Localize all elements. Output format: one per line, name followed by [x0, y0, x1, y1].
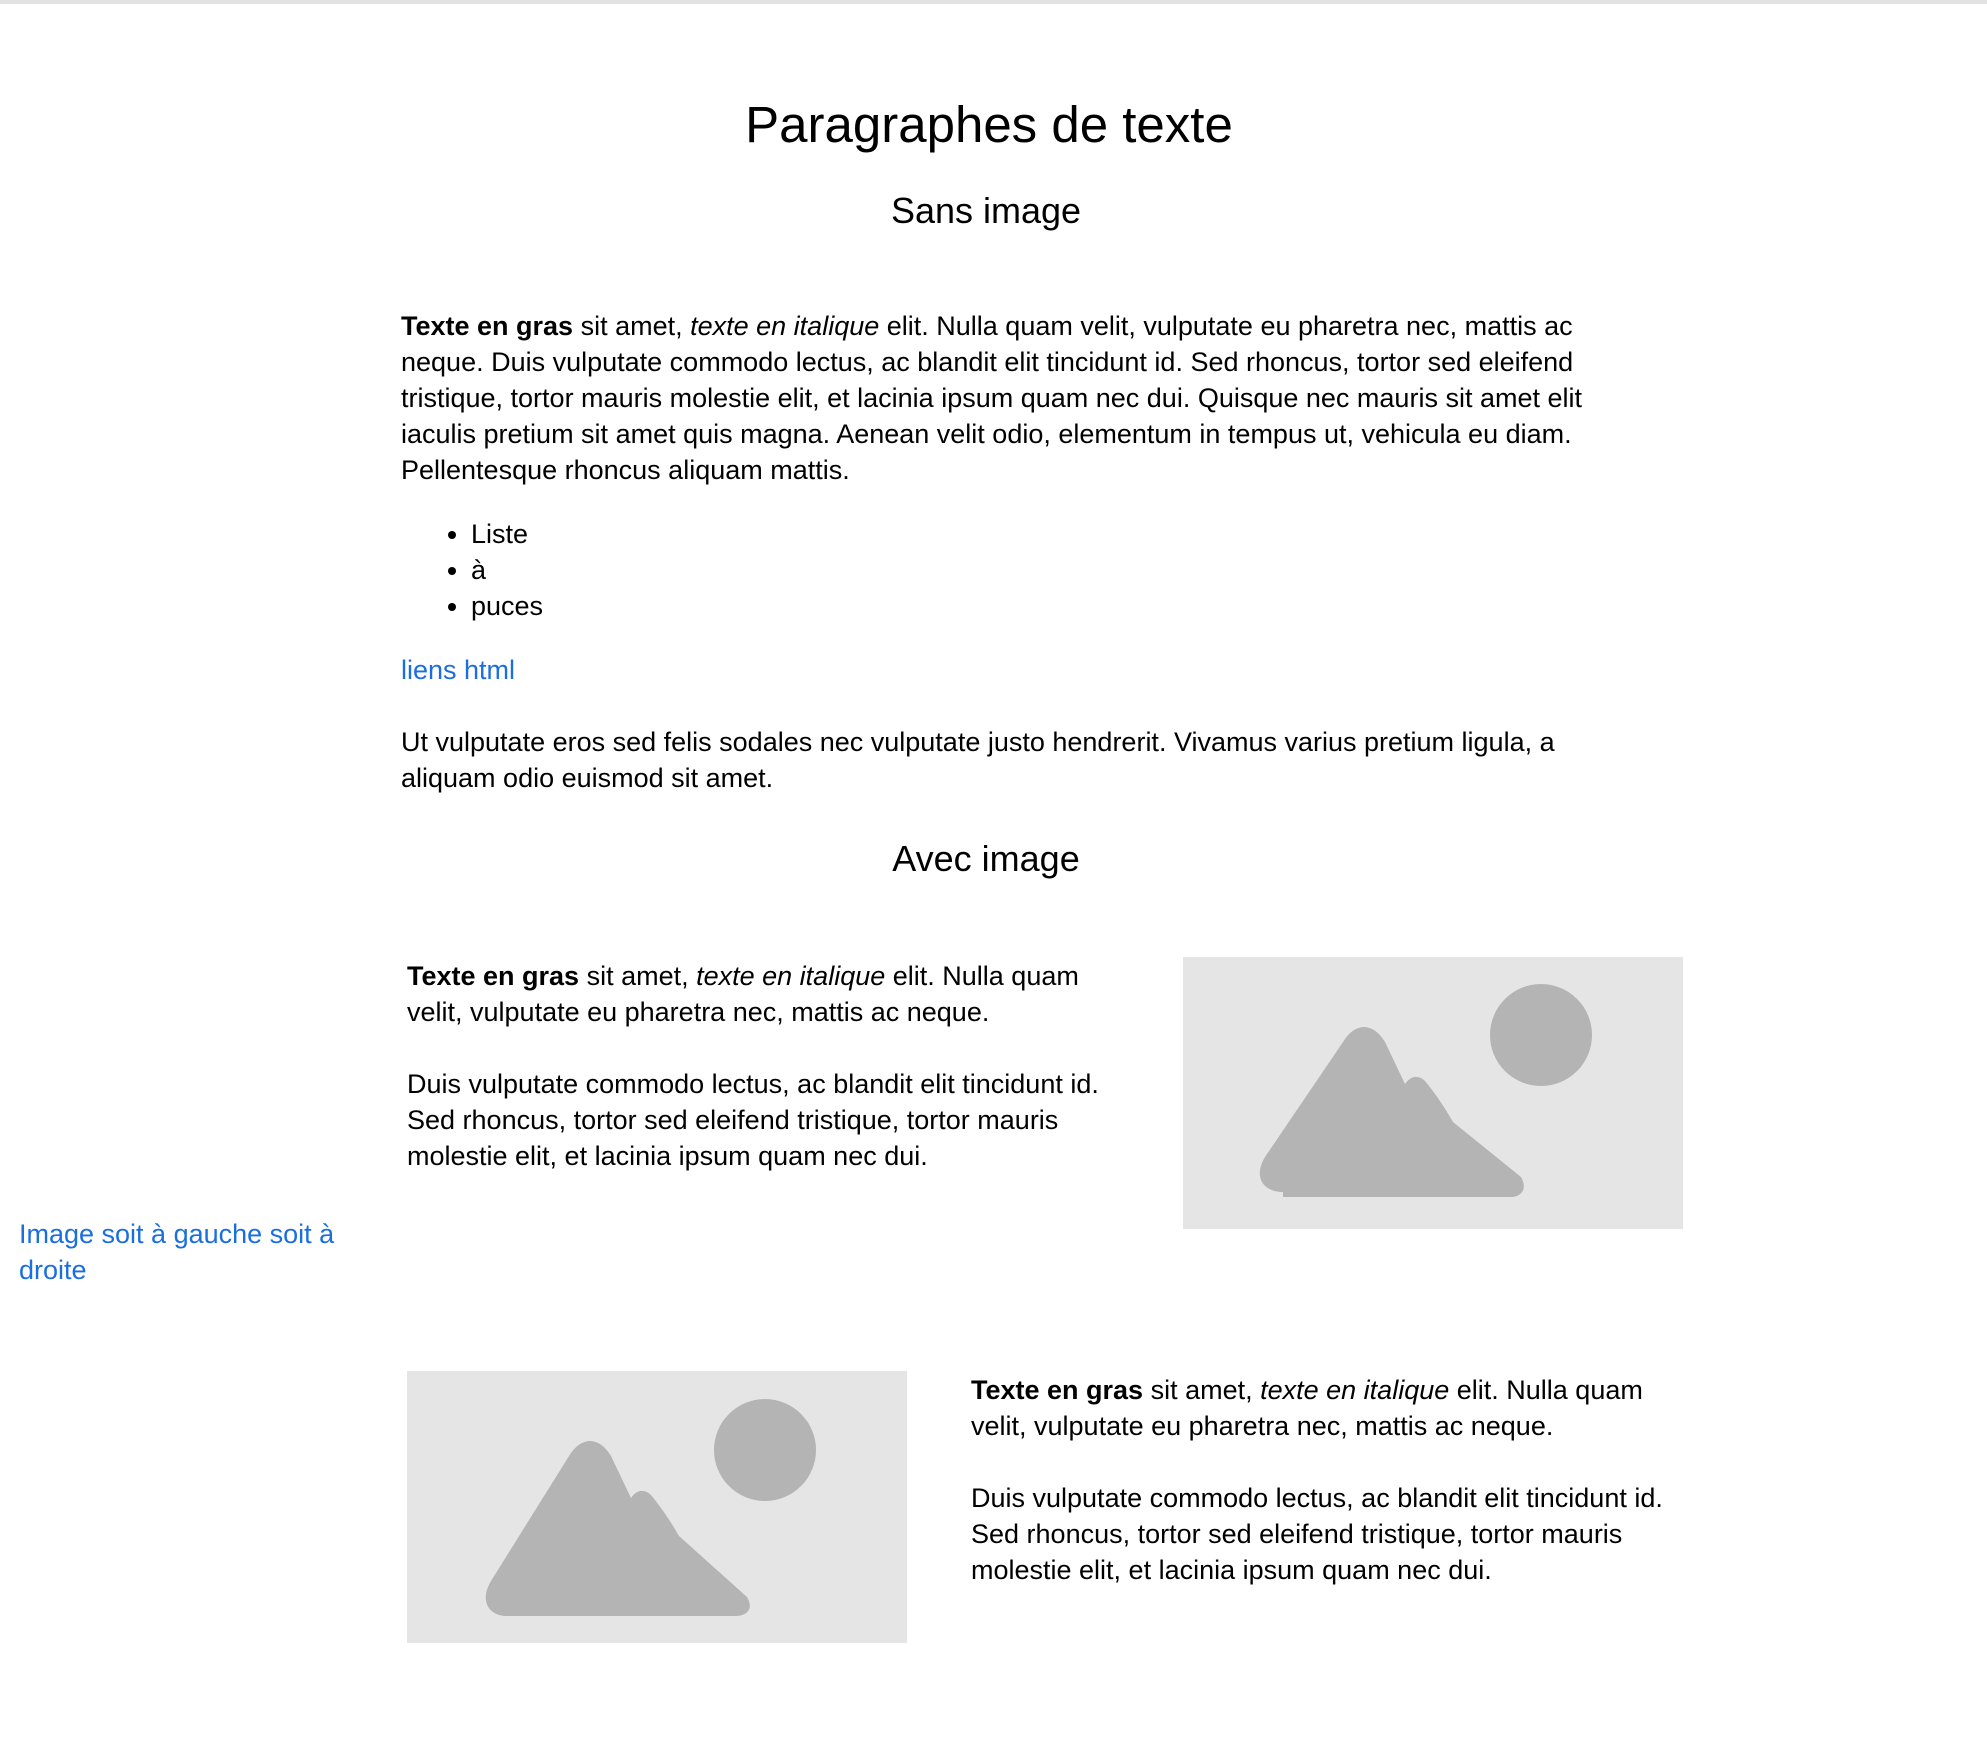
paragraph-text: sit amet,	[1143, 1375, 1261, 1405]
page-title: Paragraphes de texte	[745, 96, 1233, 153]
section-title-no-image: Sans image	[890, 190, 1082, 231]
top-border	[0, 0, 1987, 4]
block1-paragraph1: Texte en gras sit amet, texte en italiqu…	[407, 958, 1117, 1030]
block2-paragraph1: Texte en gras sit amet, texte en italiqu…	[971, 1372, 1681, 1444]
bold-text: Texte en gras	[407, 961, 580, 991]
list-item: Liste	[471, 516, 543, 552]
html-link[interactable]: liens html	[401, 652, 515, 688]
italic-text: texte en italique	[696, 961, 886, 991]
list-item: puces	[471, 588, 543, 624]
italic-text: texte en italique	[1260, 1375, 1450, 1405]
image-placeholder-left	[407, 1371, 907, 1643]
intro-paragraph: Texte en gras sit amet, texte en italiqu…	[401, 308, 1591, 488]
image-position-link[interactable]: Image soit à gauche soit à droite	[19, 1216, 359, 1288]
block2-paragraph2: Duis vulputate commodo lectus, ac blandi…	[971, 1483, 1663, 1585]
bullet-list: Liste à puces	[401, 516, 543, 624]
closing-paragraph: Ut vulputate eros sed felis sodales nec …	[401, 727, 1555, 793]
section-title-with-image: Avec image	[892, 838, 1080, 879]
image-placeholder-icon	[485, 1399, 816, 1616]
image-placeholder-right	[1183, 957, 1683, 1229]
paragraph-text: sit amet,	[579, 961, 697, 991]
image-placeholder-icon	[1259, 984, 1592, 1197]
italic-text: texte en italique	[690, 311, 880, 341]
paragraph-text: sit amet,	[573, 311, 691, 341]
bold-text: Texte en gras	[971, 1375, 1144, 1405]
list-item: à	[471, 552, 543, 588]
bold-text: Texte en gras	[401, 311, 574, 341]
block1-paragraph2: Duis vulputate commodo lectus, ac blandi…	[407, 1069, 1099, 1171]
